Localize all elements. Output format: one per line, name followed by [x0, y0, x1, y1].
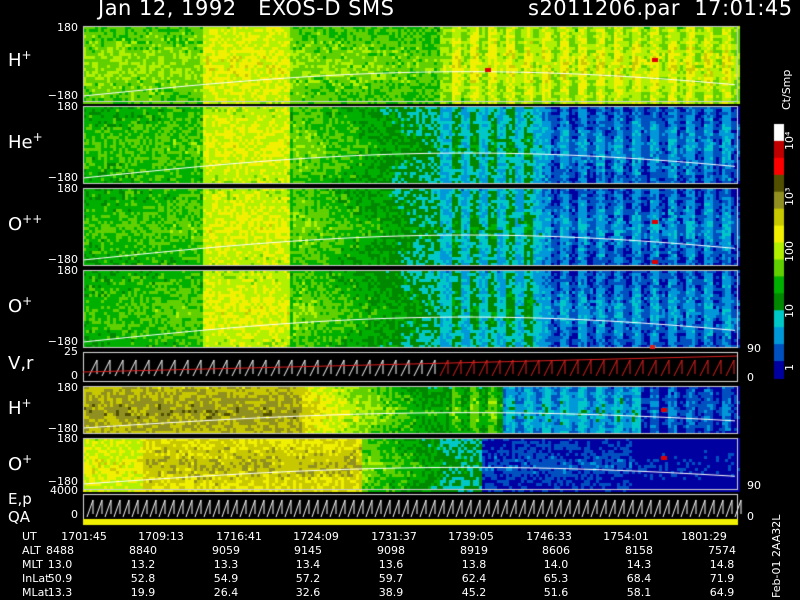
alt-value: 9059 — [212, 544, 240, 557]
panel-label-o-plus-2: O+ — [8, 452, 33, 475]
ut-value: 1754:01 — [603, 530, 649, 543]
y-tick-p4-top: 180 — [57, 264, 78, 277]
inlat-value: 65.3 — [543, 572, 569, 585]
mlat-value: 38.9 — [378, 586, 404, 599]
mlt-value: 14.8 — [709, 558, 735, 571]
inlat-value: 68.4 — [626, 572, 652, 585]
ut-value: 1724:09 — [293, 530, 339, 543]
mlt-value: 13.3 — [213, 558, 239, 571]
plot-title: Jan 12, 1992 EXOS-D SMS — [98, 0, 395, 20]
right-tick-ep-bottom: 0 — [747, 510, 754, 523]
alt-value: 9098 — [377, 544, 405, 557]
y-tick-p6-top: 180 — [57, 381, 78, 394]
inlat-value: 62.4 — [461, 572, 487, 585]
right-tick-o-plus-bottom: 90 — [747, 479, 761, 492]
spectrogram-canvas — [0, 0, 800, 600]
colorbar-tick-10: 10 — [783, 304, 796, 318]
alt-value: 8606 — [542, 544, 570, 557]
colorbar-tick-1: 1 — [783, 364, 796, 371]
ephemeris-row-inlat: InLat 50.9 52.8 54.9 57.2 59.7 62.4 65.3… — [0, 572, 800, 585]
mlat-value: 45.2 — [461, 586, 487, 599]
right-tick-vr-bottom: 0 — [747, 371, 754, 384]
panel-label-qa: QA — [8, 508, 31, 526]
ut-value: 1739:05 — [448, 530, 494, 543]
panel-label-h-plus-1: H+ — [8, 48, 32, 71]
mlat-value: 13.3 — [47, 586, 73, 599]
alt-value: 8919 — [460, 544, 488, 557]
inlat-value: 50.9 — [47, 572, 73, 585]
mlat-value: 64.9 — [709, 586, 735, 599]
colorbar-tick-1e4: 10⁴ — [783, 131, 796, 150]
ephemeris-label-ut: UT — [22, 530, 37, 543]
inlat-value: 71.9 — [709, 572, 735, 585]
mlt-value: 13.8 — [461, 558, 487, 571]
y-tick-p2-top: 180 — [57, 100, 78, 113]
ephemeris-row-ut: UT 1701:45 1709:13 1716:41 1724:09 1731:… — [0, 530, 800, 543]
panel-label-h-plus-2: H+ — [8, 396, 32, 419]
mlat-value: 51.6 — [543, 586, 569, 599]
file-time-label: s2011206.par 17:01:45 — [528, 0, 793, 20]
ut-value: 1709:13 — [138, 530, 184, 543]
ephemeris-row-alt: ALT 8488 8840 9059 9145 9098 8919 8606 8… — [0, 544, 800, 557]
inlat-value: 52.8 — [130, 572, 156, 585]
side-info-label: Feb-01 2AA32L — [770, 514, 783, 598]
y-tick-p3-top: 180 — [57, 182, 78, 195]
mlt-value: 13.4 — [295, 558, 321, 571]
ut-value: 1801:29 — [681, 530, 727, 543]
ut-value: 1716:41 — [216, 530, 262, 543]
alt-value: 8488 — [46, 544, 74, 557]
panel-label-o-plusplus: O++ — [8, 212, 43, 235]
mlt-value: 13.2 — [130, 558, 156, 571]
panel-label-he-plus: He+ — [8, 130, 43, 153]
alt-value: 7574 — [708, 544, 736, 557]
colorbar-title: Ct/Smp — [780, 69, 793, 110]
right-tick-vr-top: 90 — [747, 342, 761, 355]
ut-value: 1701:45 — [61, 530, 107, 543]
y-tick-p8-bottom: 0 — [71, 508, 78, 521]
mlat-value: 58.1 — [626, 586, 652, 599]
inlat-value: 59.7 — [378, 572, 404, 585]
mlat-value: 26.4 — [213, 586, 239, 599]
alt-value: 9145 — [294, 544, 322, 557]
panel-label-vr: V,r — [8, 353, 34, 374]
mlat-value: 32.6 — [295, 586, 321, 599]
mlt-value: 14.0 — [543, 558, 569, 571]
alt-value: 8158 — [625, 544, 653, 557]
y-tick-p8-top: 4000 — [50, 484, 78, 497]
inlat-value: 54.9 — [213, 572, 239, 585]
mlt-value: 14.3 — [626, 558, 652, 571]
mlat-value: 19.9 — [130, 586, 156, 599]
y-tick-p5-top: 25 — [64, 345, 78, 358]
ephemeris-row-mlat: MLat 13.3 19.9 26.4 32.6 38.9 45.2 51.6 … — [0, 586, 800, 599]
y-tick-p7-top: 180 — [57, 432, 78, 445]
panel-label-ep: E,p — [8, 490, 32, 508]
colorbar-tick-1e3: 10³ — [783, 187, 796, 206]
colorbar-tick-100: 100 — [783, 241, 796, 262]
y-tick-p1-top: 180 — [57, 21, 78, 34]
inlat-value: 57.2 — [295, 572, 321, 585]
panel-label-o-plus-1: O+ — [8, 294, 33, 317]
ut-value: 1746:33 — [526, 530, 572, 543]
ephemeris-row-mlt: MLT 13.0 13.2 13.3 13.4 13.6 13.8 14.0 1… — [0, 558, 800, 571]
alt-value: 8840 — [129, 544, 157, 557]
mlt-value: 13.6 — [378, 558, 404, 571]
ut-value: 1731:37 — [371, 530, 417, 543]
mlt-value: 13.0 — [47, 558, 73, 571]
